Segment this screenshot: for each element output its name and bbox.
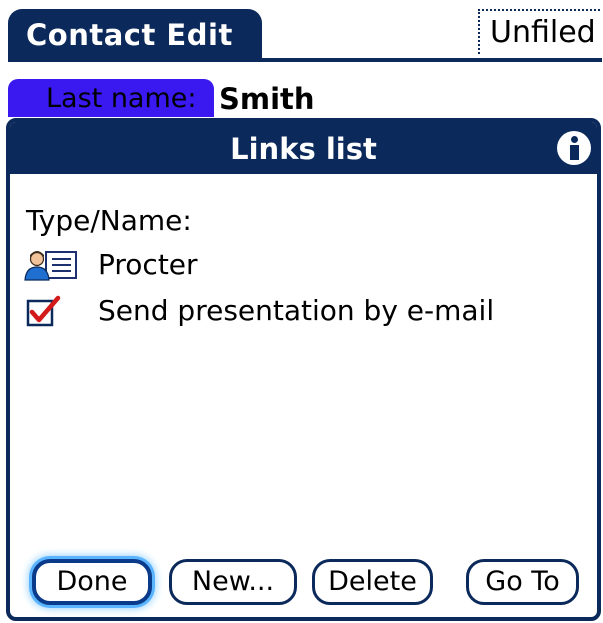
last-name-value[interactable]: Smith <box>219 82 315 116</box>
app-title: Contact Edit <box>26 18 233 52</box>
done-button[interactable]: Done <box>32 559 152 605</box>
last-name-label-box[interactable]: Last name: <box>8 79 214 117</box>
info-icon-dot <box>571 136 578 143</box>
contact-card-icon <box>24 251 77 281</box>
task-checkbox-icon <box>26 295 61 327</box>
new-button[interactable]: New... <box>169 559 297 605</box>
link-name: Send presentation by e-mail <box>98 294 495 327</box>
category-label: Unfiled <box>490 15 596 50</box>
go-to-button[interactable]: Go To <box>466 559 579 605</box>
dialog-title: Links list <box>230 132 377 166</box>
delete-button[interactable]: Delete <box>312 559 433 605</box>
title-tab[interactable]: Contact Edit <box>8 9 262 61</box>
last-name-label: Last name: <box>46 83 197 114</box>
links-list-dialog: Links list Type/Name: Procter Send prese… <box>6 118 601 621</box>
link-row-contact[interactable]: Procter <box>22 246 582 286</box>
info-icon[interactable] <box>557 131 591 165</box>
column-header: Type/Name: <box>26 204 192 237</box>
title-rule <box>8 58 602 62</box>
link-name: Procter <box>98 248 198 281</box>
info-icon-stem <box>570 145 579 160</box>
link-row-task[interactable]: Send presentation by e-mail <box>22 292 582 332</box>
category-trigger[interactable]: Unfiled <box>478 9 600 54</box>
dialog-header: Links list <box>10 122 597 174</box>
button-row: Done New... Delete Go To <box>10 557 597 609</box>
